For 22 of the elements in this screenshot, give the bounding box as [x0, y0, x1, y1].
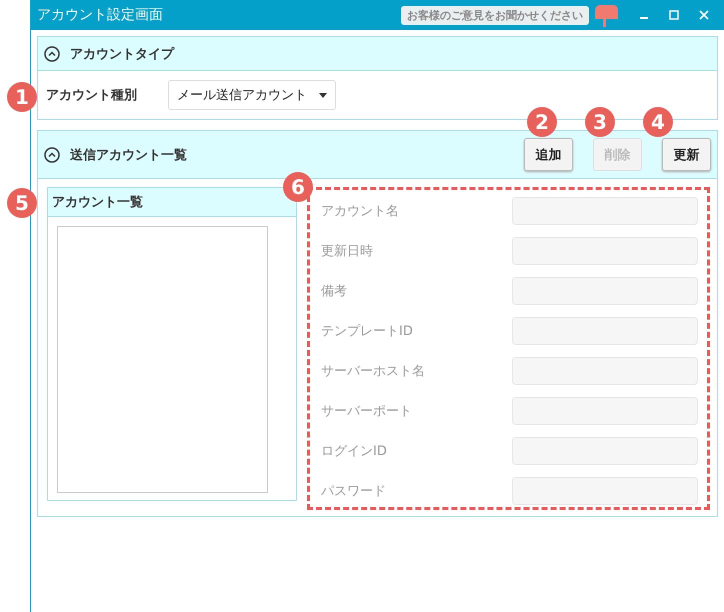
section-title: アカウントタイプ	[70, 46, 176, 62]
callout-number: 1	[7, 82, 37, 112]
collapse-icon[interactable]	[44, 46, 60, 62]
field-label: パスワード	[321, 483, 386, 500]
add-button[interactable]: 追加	[524, 138, 573, 171]
field-label: サーバーポート	[321, 403, 412, 420]
dropdown-caret-icon	[319, 92, 327, 98]
refresh-button[interactable]: 更新	[662, 138, 711, 171]
field-label: ログインID	[321, 443, 387, 460]
field-label: テンプレートID	[321, 323, 413, 340]
field-label: アカウント名	[321, 203, 399, 220]
field-label: 更新日時	[321, 243, 373, 260]
mailbox-icon[interactable]	[593, 3, 619, 27]
field-label: アカウント種別	[46, 87, 138, 104]
collapse-icon[interactable]	[44, 146, 60, 162]
account-kind-dropdown[interactable]: メール送信アカウント	[168, 80, 336, 110]
section-title: 送信アカウント一覧	[70, 146, 188, 164]
window-title: アカウント設定画面	[37, 6, 164, 24]
field-label: サーバーホスト名	[321, 363, 425, 380]
field-label: 備考	[321, 283, 347, 300]
callout-number: 5	[7, 188, 37, 218]
account-list[interactable]	[57, 226, 268, 493]
